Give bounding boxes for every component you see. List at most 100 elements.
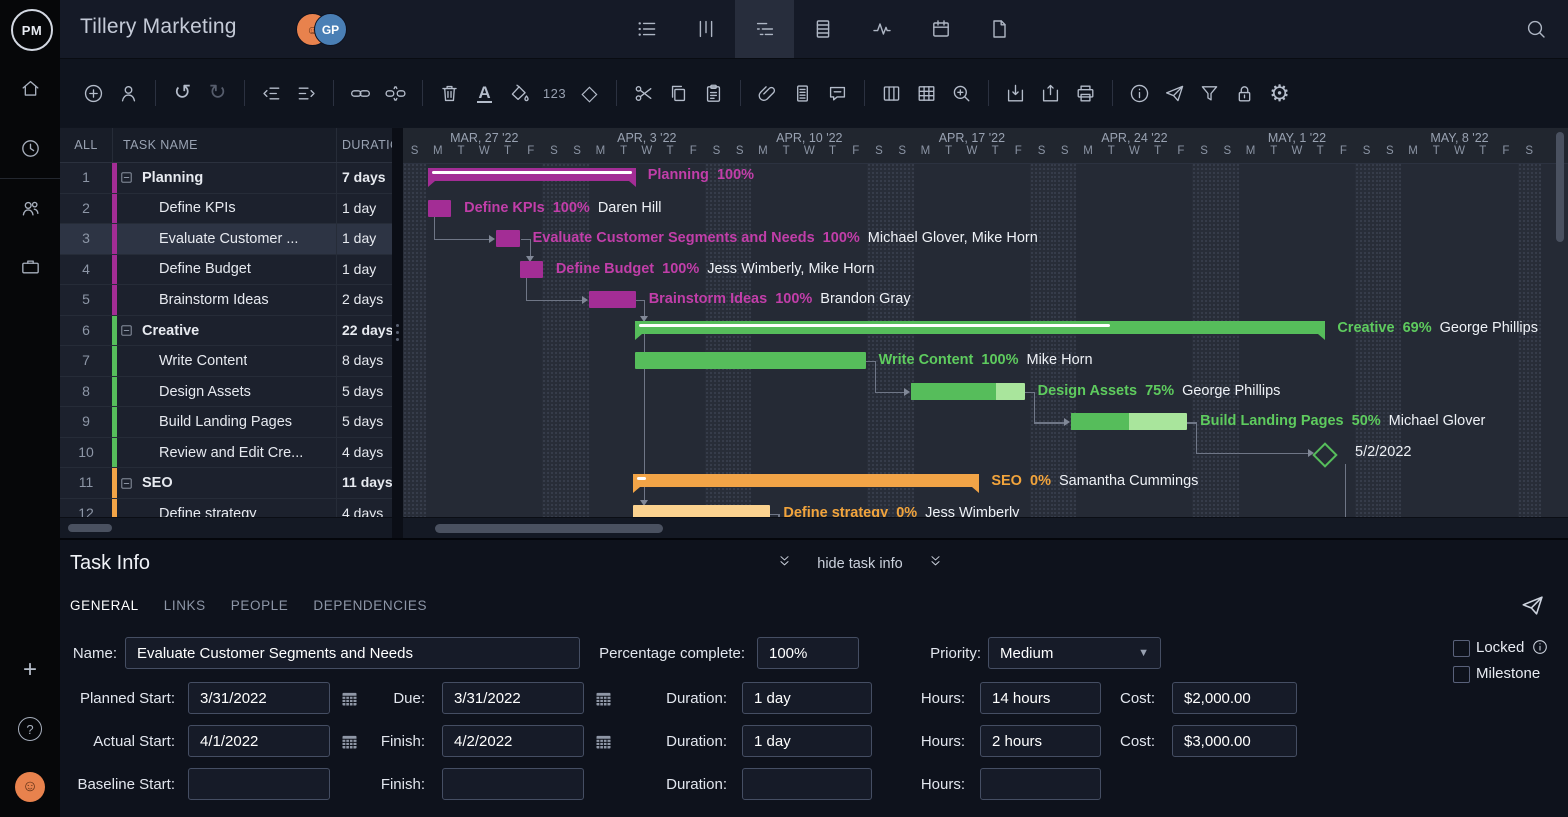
send-icon[interactable] — [1519, 592, 1546, 624]
table-row[interactable]: 9Build Landing Pages5 days — [60, 407, 392, 438]
duration-input[interactable] — [742, 768, 872, 800]
task-name-header[interactable]: TASK NAME — [113, 128, 336, 162]
view-calendar-icon[interactable] — [911, 0, 970, 58]
comment-icon[interactable] — [820, 59, 855, 127]
link-icon[interactable] — [343, 59, 378, 127]
send-icon[interactable] — [1157, 59, 1192, 127]
finish-input[interactable] — [442, 725, 584, 757]
outdent-icon[interactable] — [254, 59, 289, 127]
actual-start-input[interactable] — [188, 725, 330, 757]
gantt-vscroll-thumb[interactable] — [1556, 132, 1564, 242]
calendar-icon[interactable] — [592, 730, 614, 752]
attach-icon[interactable] — [750, 59, 785, 127]
gantt-bar-brainstorm-ideas[interactable] — [589, 291, 635, 308]
table-hscroll-thumb[interactable] — [68, 524, 112, 532]
locked-checkbox[interactable] — [1453, 640, 1470, 657]
due-input[interactable] — [442, 682, 584, 714]
tab-dependencies[interactable]: DEPENDENCIES — [313, 598, 427, 613]
table-row[interactable]: 5Brainstorm Ideas2 days — [60, 285, 392, 316]
gantt-milestone[interactable] — [1312, 442, 1337, 467]
table-row[interactable]: 4Define Budget1 day — [60, 255, 392, 286]
search-icon[interactable] — [1524, 17, 1548, 46]
gantt-hscroll-thumb[interactable] — [435, 524, 663, 533]
hours-input[interactable] — [980, 768, 1101, 800]
font-color-icon[interactable]: A — [467, 59, 502, 127]
copy-icon[interactable] — [661, 59, 696, 127]
collapse-icon[interactable] — [119, 476, 134, 491]
percentage-complete-input[interactable] — [757, 637, 859, 669]
view-gantt-icon[interactable] — [735, 0, 794, 58]
lock-icon[interactable] — [1227, 59, 1262, 127]
hide-task-info-button[interactable]: hide task info — [660, 553, 1060, 574]
table-row[interactable]: 10Review and Edit Cre...4 days — [60, 438, 392, 469]
filter-icon[interactable] — [1192, 59, 1227, 127]
duration-header[interactable]: DURATION — [336, 128, 392, 162]
delete-icon[interactable] — [432, 59, 467, 127]
hours-input[interactable] — [980, 682, 1101, 714]
add-icon[interactable] — [76, 59, 111, 127]
task-name-input[interactable] — [125, 637, 580, 669]
table-row[interactable]: 2Define KPIs1 day — [60, 194, 392, 225]
people-icon[interactable] — [0, 188, 60, 228]
gantt-bar-define-budget[interactable] — [520, 261, 543, 278]
cut-icon[interactable] — [626, 59, 661, 127]
indent-icon[interactable] — [289, 59, 324, 127]
finish-input[interactable] — [442, 768, 584, 800]
member-avatars[interactable]: ☺ GP — [296, 13, 356, 45]
gantt-bar-write-content[interactable] — [635, 352, 866, 369]
gantt-summary-bar-creative[interactable] — [635, 321, 1326, 334]
print-icon[interactable] — [1068, 59, 1103, 127]
briefcase-icon[interactable] — [0, 246, 60, 286]
gantt-summary-bar-planning[interactable] — [428, 168, 636, 181]
clock-icon[interactable] — [0, 128, 60, 168]
undo-icon[interactable]: ↺ — [165, 59, 200, 127]
gantt-bar-build-landing-pages[interactable] — [1071, 413, 1187, 430]
import-icon[interactable] — [998, 59, 1033, 127]
view-sheet-icon[interactable] — [794, 0, 853, 58]
tab-links[interactable]: LINKS — [164, 598, 206, 613]
home-icon[interactable] — [0, 68, 60, 108]
cost-input[interactable] — [1172, 725, 1297, 757]
numbers-icon[interactable]: 123 — [537, 59, 572, 127]
cost-input[interactable] — [1172, 682, 1297, 714]
table-row[interactable]: 1Planning7 days — [60, 163, 392, 194]
grid-icon[interactable] — [909, 59, 944, 127]
planned-start-input[interactable] — [188, 682, 330, 714]
baseline-start-input[interactable] — [188, 768, 330, 800]
view-doc-icon[interactable] — [970, 0, 1029, 58]
paste-icon[interactable] — [696, 59, 731, 127]
columns-icon[interactable] — [874, 59, 909, 127]
help-icon[interactable]: ? — [0, 709, 60, 749]
tab-people[interactable]: PEOPLE — [231, 598, 289, 613]
table-gantt-splitter[interactable] — [392, 128, 403, 538]
view-activity-icon[interactable] — [853, 0, 912, 58]
filter-all-header[interactable]: ALL — [60, 128, 113, 162]
user-avatar[interactable]: ☺ — [0, 767, 60, 807]
gantt-bar-evaluate-customer-segments-and-needs[interactable] — [496, 230, 519, 247]
avatar-member-2[interactable]: GP — [314, 13, 347, 46]
fill-color-icon[interactable] — [502, 59, 537, 127]
duration-input[interactable] — [742, 682, 872, 714]
table-row[interactable]: 7Write Content8 days — [60, 346, 392, 377]
milestone-checkbox[interactable] — [1453, 666, 1470, 683]
gantt-summary-bar-seo[interactable] — [633, 474, 979, 487]
calendar-icon[interactable] — [592, 687, 614, 709]
gantt-bar-define-kpis[interactable] — [428, 200, 451, 217]
tab-general[interactable]: GENERAL — [70, 598, 139, 613]
hours-input[interactable] — [980, 725, 1101, 757]
table-row[interactable]: 3Evaluate Customer ...1 day — [60, 224, 392, 255]
unlink-icon[interactable] — [378, 59, 413, 127]
milestone-icon[interactable]: ◇ — [572, 59, 607, 127]
collapse-icon[interactable] — [119, 323, 134, 338]
info-icon[interactable] — [1122, 59, 1157, 127]
view-list-icon[interactable] — [618, 0, 677, 58]
view-columns-icon[interactable] — [677, 0, 736, 58]
export-icon[interactable] — [1033, 59, 1068, 127]
collapse-icon[interactable] — [119, 170, 134, 185]
zoom-in-icon[interactable] — [944, 59, 979, 127]
plus-icon[interactable]: + — [0, 650, 60, 690]
info-icon[interactable] — [1531, 638, 1549, 661]
redo-icon[interactable]: ↻ — [200, 59, 235, 127]
table-row[interactable]: 8Design Assets5 days — [60, 377, 392, 408]
notes-icon[interactable] — [785, 59, 820, 127]
